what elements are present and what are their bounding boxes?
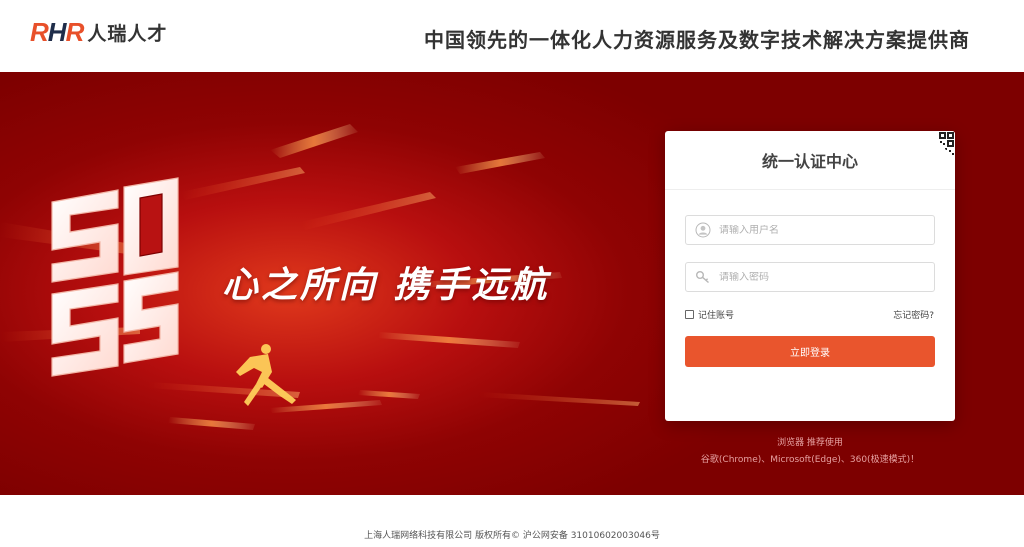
header: RHR 人瑞人才 中国领先的一体化人力资源服务及数字技术解决方案提供商 — [0, 0, 1024, 72]
checkbox-icon[interactable] — [685, 310, 694, 319]
runner-icon — [236, 344, 296, 406]
header-slogan: 中国领先的一体化人力资源服务及数字技术解决方案提供商 — [424, 28, 970, 52]
remember-account-checkbox[interactable]: 记住账号 — [685, 308, 734, 321]
footer-copyright: 上海人瑞网络科技有限公司 版权所有© 沪公网安备 31010602003046号 — [364, 531, 660, 541]
browser-recommend-list: 谷歌(Chrome)、Microsoft(Edge)、360(极速模式)！ — [700, 455, 920, 465]
logo-text: 人瑞人才 — [87, 22, 168, 45]
password-field[interactable] — [685, 262, 935, 292]
banner-slogan: 心之所向 携手远航 — [222, 265, 550, 306]
password-input[interactable] — [719, 271, 919, 283]
forgot-password-link[interactable]: 忘记密码? — [893, 308, 934, 321]
login-title: 统一认证中心 — [665, 131, 955, 190]
browser-recommend-title: 浏览器 推荐使用 — [777, 438, 843, 448]
qr-code-toggle-icon[interactable] — [927, 131, 955, 159]
login-button[interactable]: 立即登录 — [685, 336, 935, 367]
year-2025-graphic — [51, 177, 179, 377]
logo[interactable]: RHR 人瑞人才 — [30, 16, 167, 48]
login-card: 统一认证中心 请输入用户名 记住账号 忘记密码? 立即登录 — [665, 131, 955, 421]
key-icon — [696, 271, 709, 284]
rhr-logo-icon: RHR — [30, 17, 84, 47]
username-input[interactable] — [719, 224, 919, 236]
footer: 上海人瑞网络科技有限公司 版权所有© 沪公网安备 31010602003046号 — [0, 495, 1024, 547]
username-field[interactable] — [685, 215, 935, 245]
remember-label: 记住账号 — [698, 311, 735, 321]
user-icon — [695, 222, 711, 238]
